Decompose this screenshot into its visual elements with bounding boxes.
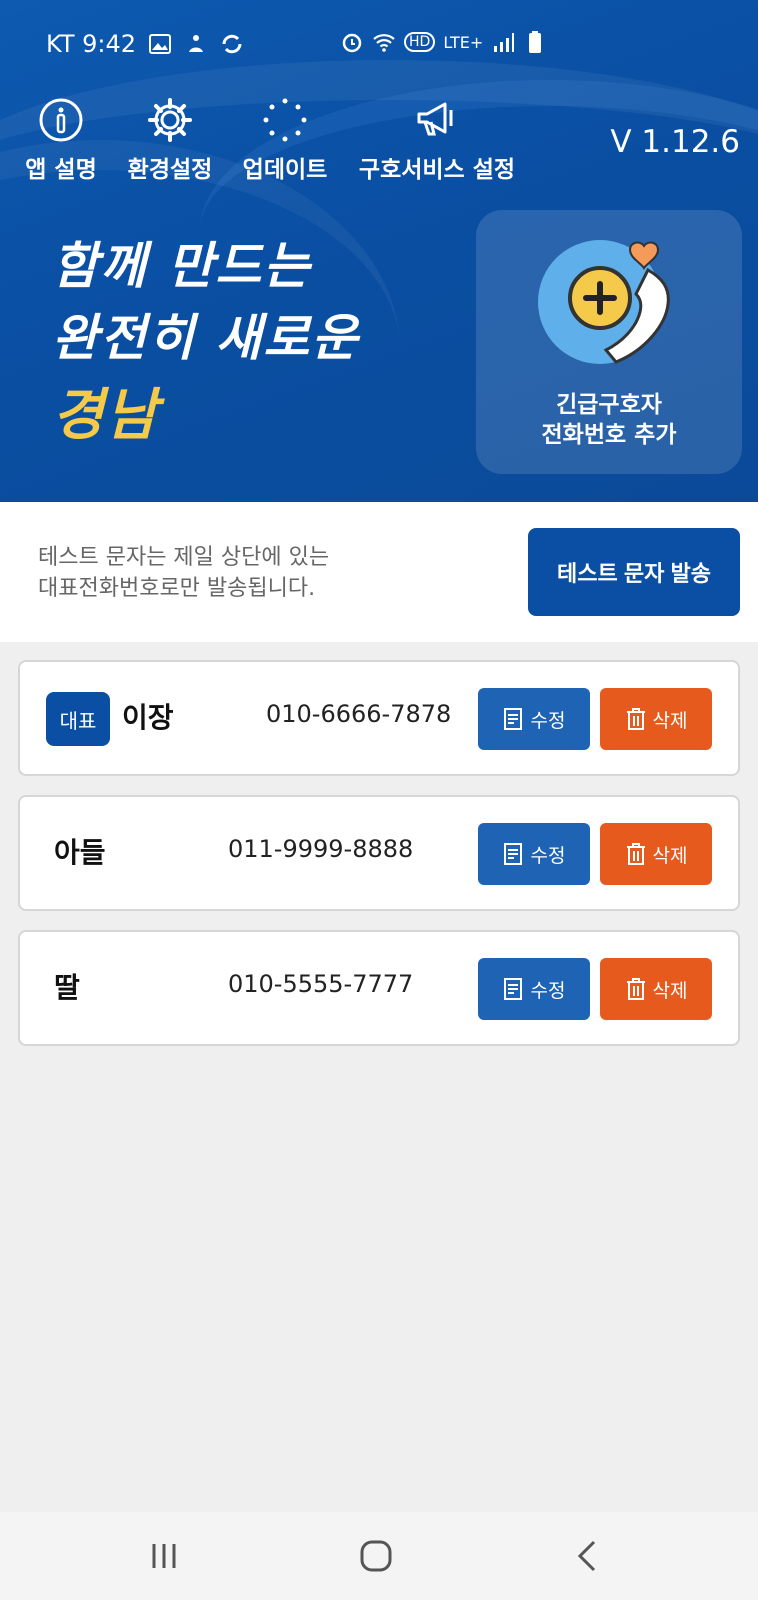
edit-document-icon <box>503 843 522 865</box>
delete-label: 삭제 <box>652 709 688 732</box>
slogan-highlight: 경남 <box>52 382 160 448</box>
system-navigation-bar <box>0 1512 758 1600</box>
nav-label: 업데이트 <box>242 157 328 183</box>
battery-icon <box>529 31 542 53</box>
hd-indicator: HD <box>404 32 436 52</box>
edit-label: 수정 <box>530 979 566 1002</box>
send-test-sms-button[interactable]: 테스트 문자 발송 <box>528 528 740 616</box>
notice-line: 테스트 문자는 제일 상단에 있는 <box>38 545 330 570</box>
nav-label: 앱 설명 <box>25 157 97 183</box>
recent-apps-icon[interactable] <box>144 1536 184 1576</box>
delete-contact-button[interactable]: 삭제 <box>600 823 712 885</box>
delete-contact-button[interactable]: 삭제 <box>600 958 712 1020</box>
test-sms-notice: 테스트 문자는 제일 상단에 있는 대표전화번호로만 발송됩니다. <box>38 542 329 604</box>
nav-update[interactable]: 업데이트 <box>236 96 334 184</box>
slogan-line: 함께 만드는 <box>52 236 312 295</box>
test-sms-section: 테스트 문자는 제일 상단에 있는 대표전화번호로만 발송됩니다. 테스트 문자… <box>0 502 758 642</box>
delete-label: 삭제 <box>652 844 688 867</box>
delete-label: 삭제 <box>652 979 688 1002</box>
contact-card: 대표 이장 010-6666-7878 수정 삭제 <box>18 660 740 776</box>
contact-name: 이장 <box>122 701 174 734</box>
carrier-time: KT 9:42 <box>46 30 137 58</box>
nav-rescue-service-settings[interactable]: 구호서비스 설정 <box>354 96 520 184</box>
contact-phone: 010-6666-7878 <box>266 700 452 728</box>
nav-settings[interactable]: 환경설정 <box>120 96 220 184</box>
nav-app-info[interactable]: 앱 설명 <box>20 96 102 184</box>
slogan-banner: 함께 만드는 완전히 새로운 경남 <box>52 230 359 456</box>
contact-card: 딸 010-5555-7777 수정 삭제 <box>18 930 740 1046</box>
notice-line: 대표전화번호로만 발송됩니다. <box>38 576 316 601</box>
update-spinner-icon <box>263 98 307 142</box>
nav-label: 환경설정 <box>127 157 213 183</box>
add-contact-line: 전화번호 추가 <box>541 422 677 448</box>
contact-card: 아들 011-9999-8888 수정 삭제 <box>18 795 740 911</box>
signal-icon <box>494 33 515 52</box>
network-indicator: LTE+ <box>443 32 484 52</box>
contact-phone: 011-9999-8888 <box>228 835 414 863</box>
delete-contact-button[interactable]: 삭제 <box>600 688 712 750</box>
gallery-notification-icon <box>149 34 172 54</box>
primary-badge: 대표 <box>46 692 110 746</box>
contact-phone: 010-5555-7777 <box>228 970 414 998</box>
add-phone-icon <box>538 240 670 364</box>
app-version: V 1.12.6 <box>610 124 740 160</box>
add-contact-label: 긴급구호자 전화번호 추가 <box>476 390 742 450</box>
edit-document-icon <box>503 978 522 1000</box>
trash-icon <box>626 843 645 865</box>
slogan-line: 완전히 새로운 <box>52 308 360 367</box>
contact-name: 딸 <box>54 971 80 1004</box>
gear-icon <box>148 98 192 142</box>
edit-document-icon <box>503 708 522 730</box>
home-icon[interactable] <box>356 1536 396 1576</box>
trash-icon <box>626 708 645 730</box>
edit-label: 수정 <box>530 844 566 867</box>
trash-icon <box>626 978 645 1000</box>
info-icon <box>39 98 83 142</box>
edit-contact-button[interactable]: 수정 <box>478 688 590 750</box>
contact-name: 아들 <box>54 836 106 869</box>
nav-label: 구호서비스 설정 <box>358 157 516 183</box>
megaphone-icon <box>417 102 453 136</box>
edit-contact-button[interactable]: 수정 <box>478 823 590 885</box>
add-emergency-contact-button[interactable]: 긴급구호자 전화번호 추가 <box>476 210 742 474</box>
app-notification-icon <box>189 35 204 52</box>
sync-notification-icon <box>222 34 242 54</box>
edit-contact-button[interactable]: 수정 <box>478 958 590 1020</box>
add-contact-line: 긴급구호자 <box>556 392 662 418</box>
wifi-icon <box>373 34 395 52</box>
app-header: KT 9:42 HD LTE+ 앱 설명 환경설정 업데이트 구호서비스 설정 … <box>0 0 758 502</box>
edit-label: 수정 <box>530 709 566 732</box>
status-bar: KT 9:42 HD LTE+ <box>0 26 758 66</box>
alarm-icon <box>342 33 362 53</box>
back-icon[interactable] <box>568 1536 608 1576</box>
